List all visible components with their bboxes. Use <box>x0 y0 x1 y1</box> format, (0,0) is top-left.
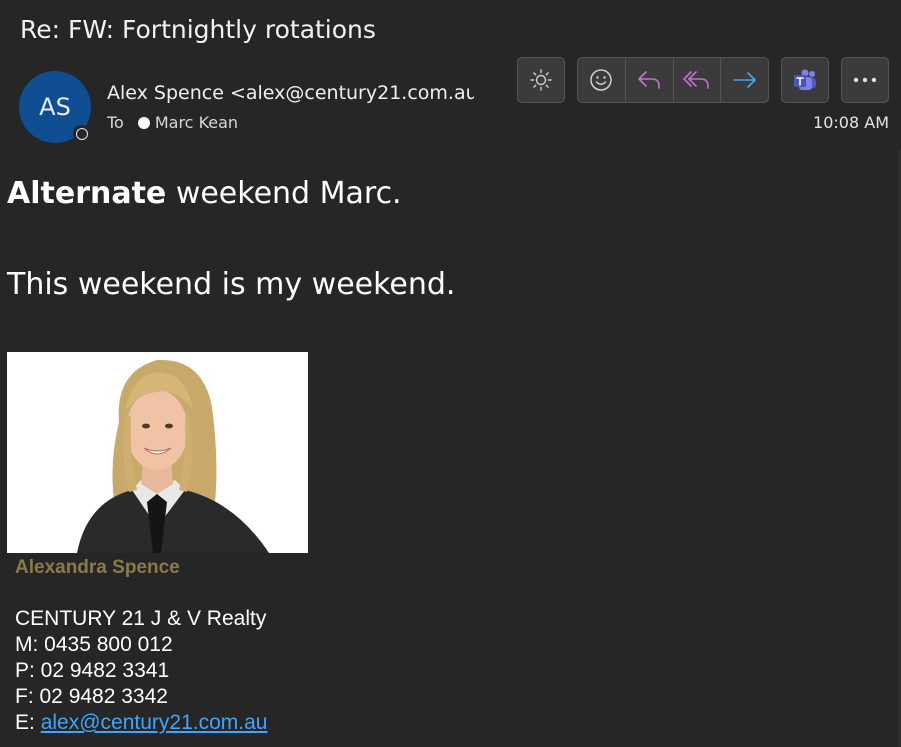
forward-button[interactable] <box>721 58 768 102</box>
signature-name: Alexandra Spence <box>15 557 180 578</box>
recipient-presence-icon <box>137 116 150 129</box>
body-line-1-rest: weekend Marc. <box>166 176 402 211</box>
reply-icon <box>638 71 660 89</box>
message-actions-group <box>577 57 769 103</box>
recipient-name[interactable]: Marc Kean <box>155 113 238 132</box>
signature-photo <box>7 352 308 553</box>
forward-icon <box>732 72 756 88</box>
signature-mobile: M: 0435 800 012 <box>15 633 173 656</box>
signature-fax: F: 02 9482 3342 <box>15 685 168 708</box>
portrait-image <box>7 352 308 553</box>
received-time: 10:08 AM <box>813 113 889 132</box>
reply-button[interactable] <box>626 58 674 102</box>
scrollbar-track[interactable] <box>897 150 901 747</box>
brightness-button[interactable] <box>517 57 565 103</box>
signature-phone: P: 02 9482 3341 <box>15 659 170 682</box>
body-line-2: This weekend is my weekend. <box>7 267 456 302</box>
more-actions-button[interactable] <box>841 57 889 103</box>
signature-email-link[interactable]: alex@century21.com.au <box>41 711 268 734</box>
teams-icon <box>794 69 816 90</box>
brightness-icon <box>530 69 552 91</box>
signature-company: CENTURY 21 J & V Realty <box>15 607 267 630</box>
sender-name[interactable]: Alex Spence <alex@century21.com.au <box>107 82 474 104</box>
email-subject: Re: FW: Fortnightly rotations <box>20 15 376 44</box>
reply-all-button[interactable] <box>674 58 722 102</box>
reply-all-icon <box>683 71 709 89</box>
emoji-icon <box>590 69 613 91</box>
body-line-1: Alternate weekend Marc. <box>7 176 402 211</box>
emoji-reaction-button[interactable] <box>578 58 626 102</box>
presence-status-icon <box>73 125 89 141</box>
to-label: To <box>107 113 124 132</box>
recipient-line: To Marc Kean <box>107 113 238 132</box>
body-bold-word: Alternate <box>7 176 167 211</box>
email-reading-pane: Re: FW: Fortnightly rotations AS Alex Sp… <box>0 0 901 747</box>
teams-button[interactable] <box>781 57 829 103</box>
more-icon <box>853 77 877 83</box>
signature-email-line: E: alex@century21.com.au <box>15 711 267 735</box>
signature-email-prefix: E: <box>15 711 41 734</box>
avatar-initials: AS <box>39 93 71 121</box>
